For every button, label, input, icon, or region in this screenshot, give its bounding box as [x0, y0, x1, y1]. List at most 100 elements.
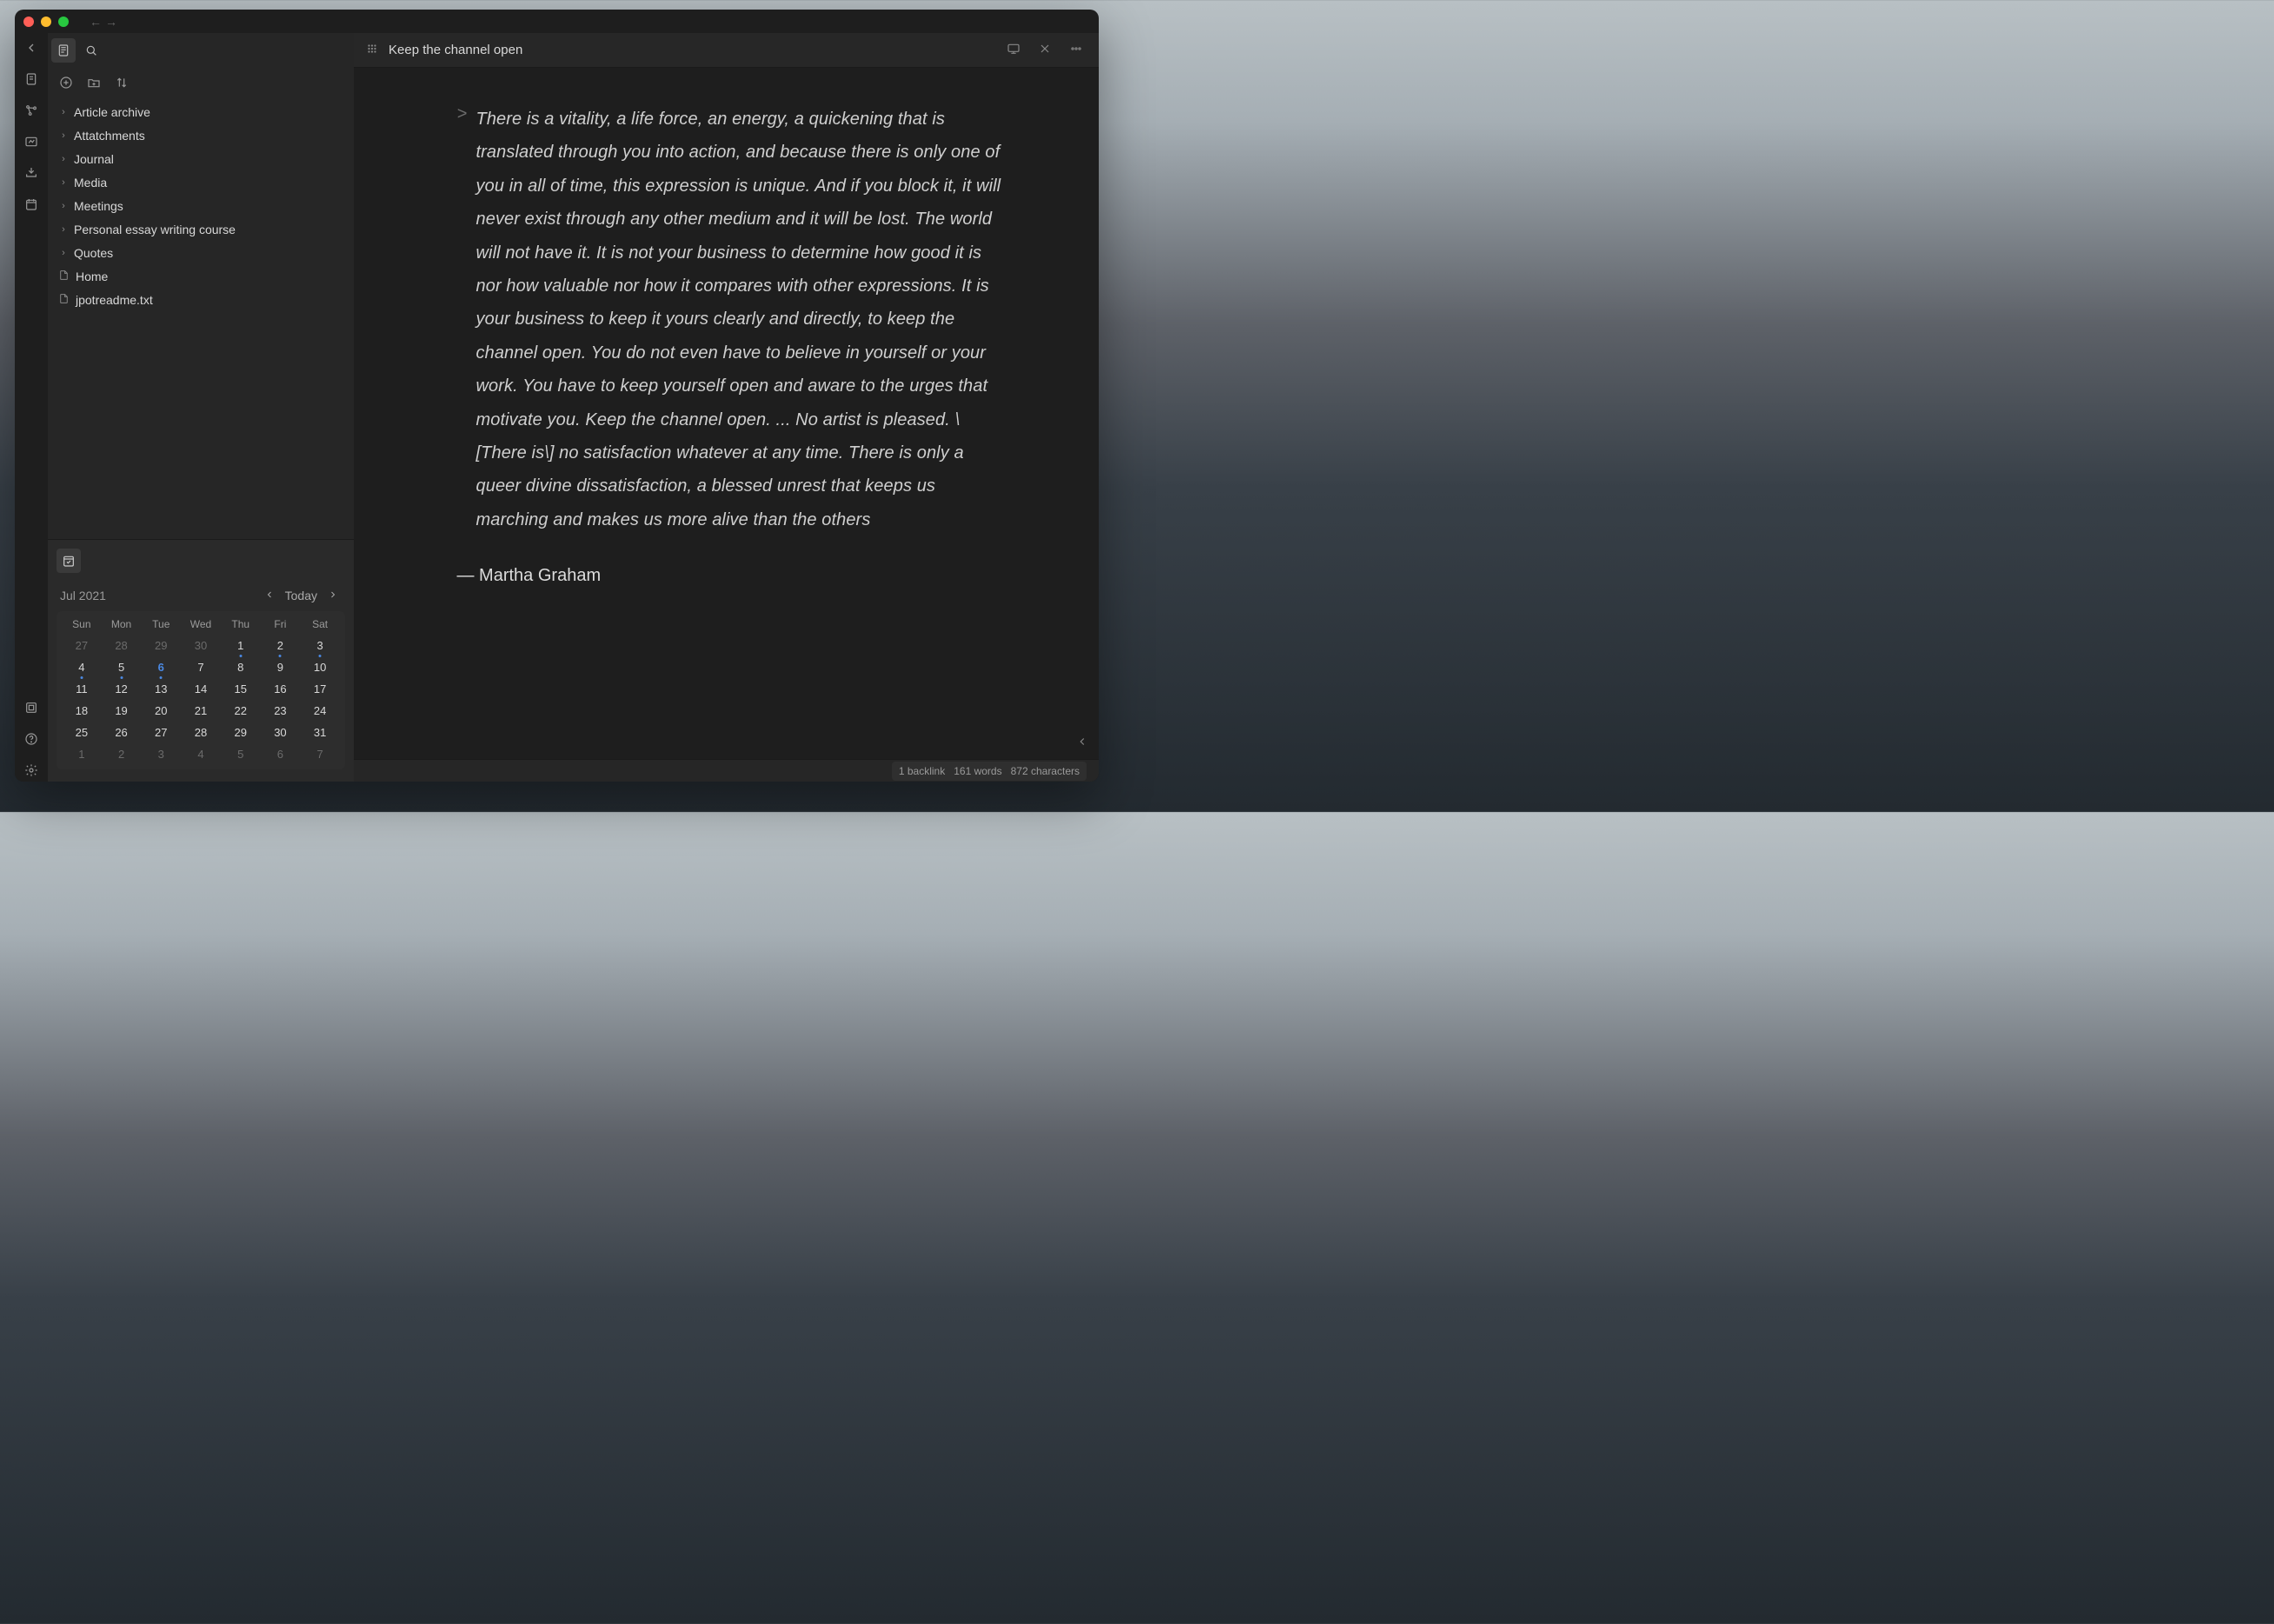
- calendar-today-button[interactable]: Today: [285, 589, 317, 602]
- sort-button[interactable]: [112, 73, 131, 92]
- history-back-button[interactable]: ←: [90, 15, 102, 29]
- new-note-button[interactable]: [57, 73, 76, 92]
- graph-view-icon[interactable]: [20, 99, 43, 122]
- calendar-day[interactable]: 29: [141, 639, 181, 652]
- calendar-day[interactable]: 7: [181, 661, 221, 674]
- calendar-day[interactable]: 3: [141, 748, 181, 761]
- calendar-day[interactable]: 11: [62, 682, 102, 696]
- calendar-day-dot: [279, 655, 282, 657]
- close-window-button[interactable]: [23, 17, 34, 27]
- folder-item[interactable]: ›Attatchments: [51, 124, 347, 148]
- folder-item[interactable]: ›Personal essay writing course: [51, 218, 347, 242]
- close-tab-icon[interactable]: [1034, 38, 1055, 62]
- minimize-window-button[interactable]: [41, 17, 51, 27]
- file-item[interactable]: jpotreadme.txt: [51, 289, 347, 312]
- daily-note-icon[interactable]: [20, 193, 43, 216]
- expand-right-sidebar-button[interactable]: [1076, 735, 1088, 750]
- calendar-day[interactable]: 18: [62, 704, 102, 717]
- calendar-day[interactable]: 26: [102, 726, 142, 739]
- calendar-day[interactable]: 6: [261, 748, 301, 761]
- folder-item[interactable]: ›Journal: [51, 148, 347, 171]
- more-options-icon[interactable]: [1066, 38, 1087, 62]
- command-palette-icon[interactable]: [20, 162, 43, 184]
- calendar-day[interactable]: 1: [221, 639, 261, 652]
- calendar-day[interactable]: 28: [102, 639, 142, 652]
- quick-switcher-icon[interactable]: [20, 68, 43, 90]
- calendar-day[interactable]: 16: [261, 682, 301, 696]
- calendar-day[interactable]: 15: [221, 682, 261, 696]
- file-icon: [58, 268, 70, 286]
- calendar-day[interactable]: 30: [181, 639, 221, 652]
- calendar-day[interactable]: 27: [141, 726, 181, 739]
- calendar-day[interactable]: 21: [181, 704, 221, 717]
- folder-item[interactable]: ›Media: [51, 171, 347, 195]
- calendar-dow: Wed: [181, 618, 221, 630]
- sidebar-tabs: [48, 33, 354, 68]
- folder-item[interactable]: › Quotes: [51, 242, 347, 265]
- calendar-dow: Sat: [300, 618, 340, 630]
- calendar-day[interactable]: 3: [300, 639, 340, 652]
- settings-icon[interactable]: [20, 759, 43, 782]
- file-explorer-tab[interactable]: [51, 38, 76, 63]
- chevron-right-icon: ›: [58, 246, 69, 261]
- collapse-sidebar-button[interactable]: [20, 37, 43, 59]
- calendar-day[interactable]: 28: [181, 726, 221, 739]
- folder-item[interactable]: ›Article archive: [51, 101, 347, 124]
- calendar-day[interactable]: 4: [62, 661, 102, 674]
- calendar-day[interactable]: 20: [141, 704, 181, 717]
- quote-text: There is a vitality, a life force, an en…: [476, 103, 1005, 536]
- calendar-day[interactable]: 27: [62, 639, 102, 652]
- calendar-prev-button[interactable]: [261, 589, 278, 602]
- calendar-day[interactable]: 4: [181, 748, 221, 761]
- calendar-day[interactable]: 9: [261, 661, 301, 674]
- calendar-day-dot: [239, 655, 242, 657]
- calendar-day[interactable]: 19: [102, 704, 142, 717]
- calendar-toggle-button[interactable]: [57, 549, 81, 573]
- note-content[interactable]: > There is a vitality, a life force, an …: [354, 68, 1099, 759]
- zoom-window-button[interactable]: [58, 17, 69, 27]
- calendar-day[interactable]: 14: [181, 682, 221, 696]
- calendar-day[interactable]: 29: [221, 726, 261, 739]
- calendar-next-button[interactable]: [324, 589, 342, 602]
- new-folder-button[interactable]: [84, 73, 103, 92]
- help-icon[interactable]: [20, 728, 43, 750]
- calendar-day[interactable]: 12: [102, 682, 142, 696]
- file-item[interactable]: Home: [51, 265, 347, 289]
- tree-item-label: Article archive: [74, 103, 150, 122]
- calendar-day[interactable]: 5: [221, 748, 261, 761]
- calendar-day[interactable]: 30: [261, 726, 301, 739]
- search-tab[interactable]: [79, 38, 103, 63]
- calendar-day[interactable]: 23: [261, 704, 301, 717]
- word-count: 161 words: [954, 765, 1001, 777]
- calendar-header: Jul 2021 Today: [60, 589, 342, 602]
- chevron-right-icon: ›: [58, 129, 69, 143]
- history-forward-button[interactable]: →: [105, 15, 117, 29]
- preview-mode-icon[interactable]: [1003, 38, 1024, 62]
- tree-item-label: Meetings: [74, 197, 123, 216]
- sidebar-tools: [48, 68, 354, 97]
- tree-item-label: Media: [74, 174, 107, 192]
- calendar-day[interactable]: 1: [62, 748, 102, 761]
- calendar-day[interactable]: 22: [221, 704, 261, 717]
- calendar-day[interactable]: 10: [300, 661, 340, 674]
- calendar-day[interactable]: 7: [300, 748, 340, 761]
- tree-item-label: Quotes: [74, 244, 113, 263]
- vault-icon[interactable]: [20, 696, 43, 719]
- folder-item[interactable]: ›Meetings: [51, 195, 347, 218]
- drag-handle-icon[interactable]: [366, 43, 378, 57]
- calendar-day[interactable]: 2: [261, 639, 301, 652]
- calendar-day[interactable]: 25: [62, 726, 102, 739]
- calendar-day[interactable]: 5: [102, 661, 142, 674]
- calendar-day-dot: [120, 676, 123, 679]
- calendar-day[interactable]: 6: [141, 661, 181, 674]
- calendar-day[interactable]: 31: [300, 726, 340, 739]
- backlink-count[interactable]: 1 backlink: [899, 765, 945, 777]
- canvas-icon[interactable]: [20, 130, 43, 153]
- calendar-day[interactable]: 13: [141, 682, 181, 696]
- calendar-day[interactable]: 24: [300, 704, 340, 717]
- calendar-day[interactable]: 2: [102, 748, 142, 761]
- tree-item-label: Personal essay writing course: [74, 221, 236, 239]
- calendar-day[interactable]: 8: [221, 661, 261, 674]
- calendar-day[interactable]: 17: [300, 682, 340, 696]
- calendar-dow: Sun: [62, 618, 102, 630]
